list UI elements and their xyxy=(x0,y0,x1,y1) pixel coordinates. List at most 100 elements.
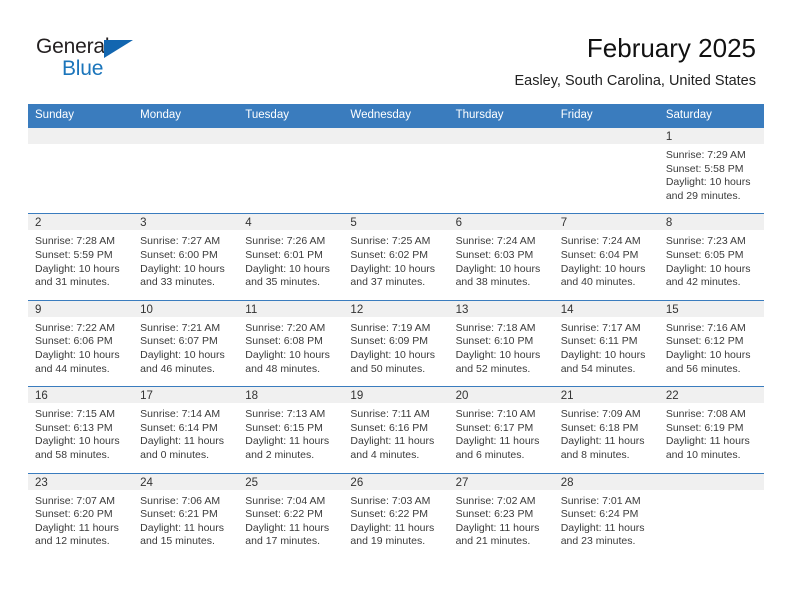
calendar-day-cell-empty xyxy=(238,126,344,214)
calendar-day-cell[interactable]: 9 Sunrise: 7:22 AM Sunset: 6:06 PM Daylight… xyxy=(28,299,134,387)
sunset-text: Sunset: 6:16 PM xyxy=(350,421,429,434)
daylight-text: Daylight: 10 hours and 37 minutes. xyxy=(350,262,436,289)
calendar-day-cell[interactable]: 8 Sunrise: 7:23 AM Sunset: 6:05 PM Daylight… xyxy=(658,213,764,301)
sunset-text: Sunset: 6:14 PM xyxy=(140,421,218,434)
sunset-text: Sunset: 6:15 PM xyxy=(245,421,323,434)
day-number: 16 xyxy=(28,387,134,404)
day-details: Sunrise: 7:29 AM Sunset: 5:58 PM Daylight:… xyxy=(659,144,764,213)
sunrise-text: Sunrise: 7:01 AM xyxy=(560,494,641,507)
weekday-header-thursday: Thursday xyxy=(448,104,554,128)
calendar-day-cell[interactable]: 22 Sunrise: 7:08 AM Sunset: 6:19 PM Dayligh… xyxy=(658,386,764,473)
page-header: General Blue February 2025 Easley, South… xyxy=(0,0,792,104)
calendar-day-cell[interactable]: 15 Sunrise: 7:16 AM Sunset: 6:12 PM Dayligh… xyxy=(658,299,764,387)
sunrise-text: Sunrise: 7:07 AM xyxy=(35,494,115,507)
calendar-week-row: 16 Sunrise: 7:15 AM Sunset: 6:13 PM Dayligh… xyxy=(28,386,764,473)
weekday-header-sunday: Sunday xyxy=(28,104,134,128)
general-blue-logo[interactable]: General Blue xyxy=(36,36,156,84)
day-details: Sunrise: 7:02 AM Sunset: 6:23 PM Daylight:… xyxy=(449,490,554,559)
calendar-week-row: 1 Sunrise: 7:29 AM Sunset: 5:58 PM Daylight… xyxy=(28,126,764,214)
sunset-text: Sunset: 6:09 PM xyxy=(350,335,429,348)
calendar-day-cell[interactable]: 10 Sunrise: 7:21 AM Sunset: 6:07 PM Dayligh… xyxy=(133,299,239,387)
calendar-day-cell-empty xyxy=(28,126,134,214)
daylight-text: Daylight: 10 hours and 48 minutes. xyxy=(245,348,330,375)
calendar-header-row: Sunday Monday Tuesday Wednesday Thursday Frid… xyxy=(28,104,764,128)
weekday-header-friday: Friday xyxy=(553,104,659,128)
calendar-week-row: 2 Sunrise: 7:28 AM Sunset: 5:59 PM Daylight… xyxy=(28,213,764,301)
calendar-day-cell[interactable]: 27 Sunrise: 7:02 AM Sunset: 6:23 PM Dayligh… xyxy=(448,472,554,559)
sunset-text: Sunset: 6:12 PM xyxy=(665,335,744,348)
sunset-text: Sunset: 6:06 PM xyxy=(35,335,113,348)
daylight-text: Daylight: 11 hours and 0 minutes. xyxy=(140,435,224,461)
day-number: 1 xyxy=(658,128,764,144)
day-details: Sunrise: 7:03 AM Sunset: 6:22 PM Daylight:… xyxy=(343,490,448,559)
day-details: Sunrise: 7:23 AM Sunset: 6:05 PM Daylight:… xyxy=(659,230,764,299)
daylight-text: Daylight: 11 hours and 21 minutes. xyxy=(455,521,540,548)
calendar-day-cell[interactable]: 19 Sunrise: 7:11 AM Sunset: 6:16 PM Dayligh… xyxy=(343,386,449,473)
calendar-day-cell-empty xyxy=(448,126,554,214)
day-details: Sunrise: 7:10 AM Sunset: 6:17 PM Daylight:… xyxy=(449,403,554,472)
calendar-day-cell[interactable]: 1 Sunrise: 7:29 AM Sunset: 5:58 PM Daylight… xyxy=(658,126,764,214)
sunset-text: Sunset: 6:03 PM xyxy=(455,248,534,261)
daylight-text: Daylight: 11 hours and 2 minutes. xyxy=(245,435,330,461)
day-details: Sunrise: 7:16 AM Sunset: 6:12 PM Daylight:… xyxy=(659,317,764,386)
day-number: 8 xyxy=(658,214,764,231)
calendar-day-cell-empty xyxy=(553,126,659,214)
sunrise-text: Sunrise: 7:21 AM xyxy=(140,321,221,334)
calendar-day-cell[interactable]: 2 Sunrise: 7:28 AM Sunset: 5:59 PM Daylight… xyxy=(28,213,134,301)
calendar-day-cell[interactable]: 6 Sunrise: 7:24 AM Sunset: 6:03 PM Daylight… xyxy=(448,213,554,301)
calendar-day-cell[interactable]: 16 Sunrise: 7:15 AM Sunset: 6:13 PM Dayligh… xyxy=(28,386,134,473)
calendar-day-cell[interactable]: 3 Sunrise: 7:27 AM Sunset: 6:00 PM Daylight… xyxy=(133,213,239,301)
sunset-text: Sunset: 6:22 PM xyxy=(350,508,429,521)
sunrise-sunset-calendar: Sunday Monday Tuesday Wednesday Thursday Frid… xyxy=(28,104,764,559)
sunset-text: Sunset: 6:11 PM xyxy=(560,335,638,348)
daylight-text: Daylight: 11 hours and 19 minutes. xyxy=(350,521,435,548)
day-number: 26 xyxy=(343,473,449,490)
page-subtitle: Easley, South Carolina, United States xyxy=(514,73,756,89)
day-number: 24 xyxy=(133,473,239,490)
sunrise-text: Sunrise: 7:11 AM xyxy=(350,408,430,421)
sunset-text: Sunset: 6:17 PM xyxy=(455,421,534,434)
daylight-text: Daylight: 11 hours and 4 minutes. xyxy=(350,435,435,461)
calendar-day-cell[interactable]: 28 Sunrise: 7:01 AM Sunset: 6:24 PM Dayligh… xyxy=(553,472,659,559)
day-number: 10 xyxy=(133,300,239,317)
calendar-day-cell[interactable]: 21 Sunrise: 7:09 AM Sunset: 6:18 PM Dayligh… xyxy=(553,386,659,473)
daylight-text: Daylight: 11 hours and 23 minutes. xyxy=(560,521,645,548)
sunrise-text: Sunrise: 7:29 AM xyxy=(665,149,746,161)
sunset-text: Sunset: 6:07 PM xyxy=(140,335,218,348)
day-number: 15 xyxy=(658,300,764,317)
daylight-text: Daylight: 10 hours and 40 minutes. xyxy=(560,262,646,289)
day-details: Sunrise: 7:14 AM Sunset: 6:14 PM Daylight:… xyxy=(133,403,238,472)
calendar-body: 1 Sunrise: 7:29 AM Sunset: 5:58 PM Daylight… xyxy=(28,126,764,559)
day-details: Sunrise: 7:27 AM Sunset: 6:00 PM Daylight:… xyxy=(133,230,238,299)
calendar-day-cell[interactable]: 7 Sunrise: 7:24 AM Sunset: 6:04 PM Daylight… xyxy=(553,213,659,301)
sunrise-text: Sunrise: 7:02 AM xyxy=(455,494,536,507)
calendar-day-cell[interactable]: 18 Sunrise: 7:13 AM Sunset: 6:15 PM Dayligh… xyxy=(238,386,344,473)
day-number xyxy=(28,128,134,144)
day-number: 21 xyxy=(553,387,659,404)
sunset-text: Sunset: 6:04 PM xyxy=(560,248,639,261)
calendar-day-cell[interactable]: 11 Sunrise: 7:20 AM Sunset: 6:08 PM Dayligh… xyxy=(238,299,344,387)
calendar-day-cell[interactable]: 26 Sunrise: 7:03 AM Sunset: 6:22 PM Dayligh… xyxy=(343,472,449,559)
logo-text-blue: Blue xyxy=(62,57,104,80)
sunrise-text: Sunrise: 7:24 AM xyxy=(455,235,536,248)
sunset-text: Sunset: 5:58 PM xyxy=(665,162,744,175)
calendar-day-cell[interactable]: 25 Sunrise: 7:04 AM Sunset: 6:22 PM Dayligh… xyxy=(238,472,344,559)
day-number: 14 xyxy=(553,300,659,317)
calendar-day-cell[interactable]: 24 Sunrise: 7:06 AM Sunset: 6:21 PM Dayligh… xyxy=(133,472,239,559)
day-number xyxy=(448,128,554,144)
sunrise-text: Sunrise: 7:28 AM xyxy=(35,235,115,248)
calendar-day-cell[interactable]: 5 Sunrise: 7:25 AM Sunset: 6:02 PM Daylight… xyxy=(343,213,449,301)
calendar-day-cell[interactable]: 20 Sunrise: 7:10 AM Sunset: 6:17 PM Dayligh… xyxy=(448,386,554,473)
day-number xyxy=(238,128,344,144)
calendar-day-cell[interactable]: 4 Sunrise: 7:26 AM Sunset: 6:01 PM Daylight… xyxy=(238,213,344,301)
calendar-day-cell[interactable]: 13 Sunrise: 7:18 AM Sunset: 6:10 PM Dayligh… xyxy=(448,299,554,387)
calendar-day-cell[interactable]: 14 Sunrise: 7:17 AM Sunset: 6:11 PM Dayligh… xyxy=(553,299,659,387)
calendar-day-cell[interactable]: 23 Sunrise: 7:07 AM Sunset: 6:20 PM Dayligh… xyxy=(28,472,134,559)
sunset-text: Sunset: 6:01 PM xyxy=(245,248,323,261)
calendar-day-cell[interactable]: 17 Sunrise: 7:14 AM Sunset: 6:14 PM Dayligh… xyxy=(133,386,239,473)
sunrise-text: Sunrise: 7:26 AM xyxy=(245,235,326,248)
sunrise-text: Sunrise: 7:04 AM xyxy=(245,494,326,507)
sunrise-text: Sunrise: 7:17 AM xyxy=(560,321,641,334)
day-details: Sunrise: 7:09 AM Sunset: 6:18 PM Daylight:… xyxy=(554,403,659,472)
calendar-day-cell[interactable]: 12 Sunrise: 7:19 AM Sunset: 6:09 PM Dayligh… xyxy=(343,299,449,387)
